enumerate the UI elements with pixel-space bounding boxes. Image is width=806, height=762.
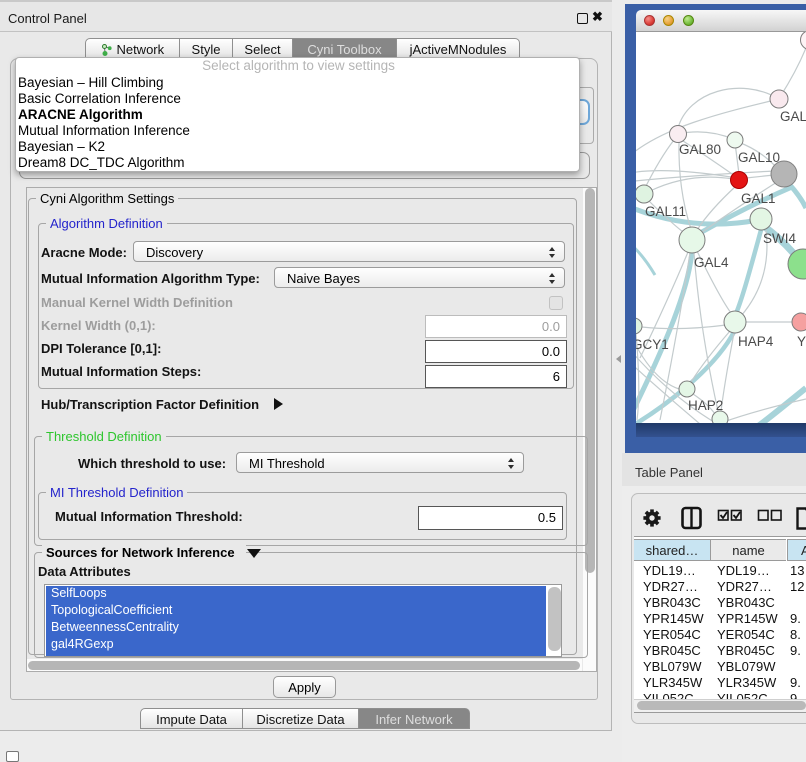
svg-text:HAP2: HAP2 bbox=[688, 398, 723, 413]
svg-text:GAL10: GAL10 bbox=[738, 150, 780, 165]
svg-text:GCY1: GCY1 bbox=[636, 337, 669, 352]
svg-text:YEL: YEL bbox=[797, 334, 806, 349]
svg-text:GAL1: GAL1 bbox=[741, 191, 776, 206]
svg-text:GAL2: GAL2 bbox=[780, 109, 806, 124]
svg-text:HAP4: HAP4 bbox=[738, 334, 774, 349]
svg-text:GAL4: GAL4 bbox=[694, 255, 729, 270]
svg-text:GAL80: GAL80 bbox=[679, 142, 721, 157]
svg-text:GAL11: GAL11 bbox=[645, 204, 686, 219]
svg-text:SWI4: SWI4 bbox=[763, 231, 796, 246]
